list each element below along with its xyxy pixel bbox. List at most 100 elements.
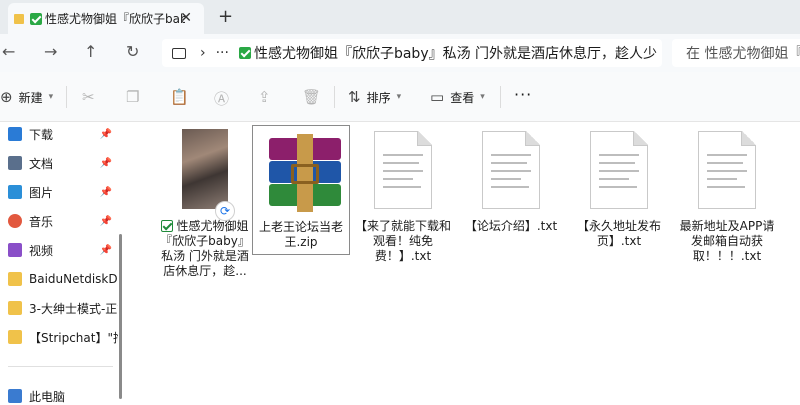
cut-button[interactable]: ✂ — [82, 88, 101, 106]
more-options-button[interactable]: ··· — [514, 85, 532, 104]
pin-icon: 📌 — [99, 186, 112, 198]
sort-label: 排序 — [366, 90, 391, 105]
file-name: 【永久地址发布页】.txt — [576, 219, 661, 248]
navigation-bar: ← → ↑ ↻ › ··· 性感尤物御姐『欣欣子baby』私汤 门外就是酒店休息… — [0, 34, 800, 72]
checkbox-icon — [30, 12, 42, 25]
plus-circle-icon: ⊕ — [0, 88, 13, 106]
sidebar-item-downloads[interactable]: 下载 📌 — [0, 122, 118, 146]
sidebar-item-documents[interactable]: 文档 📌 — [0, 151, 118, 175]
text-thumbnail — [475, 129, 547, 213]
chevron-down-icon: ▾ — [480, 92, 485, 102]
clipboard-icon: 📋 — [170, 88, 189, 106]
video-thumbnail: ⟳ — [169, 129, 241, 221]
folder-icon — [8, 272, 22, 286]
video-icon — [8, 243, 22, 257]
sort-button[interactable]: ⇅ 排序 ▾ — [348, 88, 401, 106]
up-button[interactable]: ↑ — [84, 42, 97, 61]
file-item-txt[interactable]: 【论坛介绍】.txt — [462, 125, 560, 234]
pin-icon: 📌 — [99, 128, 112, 140]
paste-button[interactable]: 📋 — [170, 88, 195, 106]
trash-icon: 🗑 — [302, 88, 322, 106]
sidebar-item-label: 图片 — [29, 185, 54, 200]
pin-icon: 📌 — [99, 244, 112, 256]
sidebar-item-label: 此电脑 — [29, 389, 66, 404]
sidebar-item-music[interactable]: 音乐 📌 — [0, 209, 118, 233]
computer-icon — [8, 389, 22, 403]
sidebar-item-folder-3[interactable]: 3-大绅士模式-正式 — [0, 296, 118, 320]
sync-icon: ⟳ — [215, 201, 235, 221]
share-button[interactable]: ⇪ — [258, 88, 277, 106]
document-icon — [8, 156, 22, 170]
sidebar-scrollbar[interactable] — [119, 234, 122, 399]
breadcrumb-separator: › — [200, 45, 206, 61]
pin-icon: 📌 — [99, 215, 112, 227]
file-item-video[interactable]: ⟳ 性感尤物御姐『欣欣子baby』私汤 门外就是酒店休息厅，趁... — [156, 125, 254, 279]
file-item-txt[interactable]: 最新地址及APP请发邮箱自动获取！！！.txt — [678, 125, 776, 264]
download-icon — [8, 127, 22, 141]
sidebar-item-stripchat[interactable]: 【Stripchat】"抱 — [0, 325, 118, 349]
breadcrumb-more[interactable]: ··· — [216, 45, 229, 61]
chevron-down-icon: ▾ — [396, 92, 402, 102]
divider — [66, 86, 67, 108]
file-item-txt[interactable]: 【永久地址发布页】.txt — [570, 125, 668, 249]
pin-icon: 📌 — [99, 157, 112, 169]
text-thumbnail — [691, 129, 763, 213]
search-input[interactable]: 在 性感尤物御姐『欣欣子baby』 — [672, 39, 800, 67]
refresh-button[interactable]: ↻ — [126, 42, 139, 61]
command-bar: ⊕ 新建 ▾ ✂ ❐ 📋 Ⓐ ⇪ 🗑 ⇅ 排序 ▾ ▭ 查看 ▾ ··· — [0, 72, 800, 122]
back-button[interactable]: ← — [2, 42, 15, 61]
sidebar-item-label: 音乐 — [29, 214, 54, 229]
navigation-pane: 下载 📌 文档 📌 图片 📌 音乐 📌 视频 📌 BaiduNetdiskDo … — [0, 122, 126, 405]
folder-icon — [8, 330, 22, 344]
view-label: 查看 — [450, 90, 475, 105]
checkbox-icon — [238, 47, 251, 59]
copy-button[interactable]: ❐ — [126, 88, 145, 106]
view-icon: ▭ — [430, 88, 445, 106]
new-button[interactable]: ⊕ 新建 ▾ — [0, 88, 53, 106]
divider — [500, 86, 501, 108]
sidebar-item-baidunetdisk[interactable]: BaiduNetdiskDo — [0, 267, 118, 291]
forward-button[interactable]: → — [44, 42, 57, 61]
rename-button[interactable]: Ⓐ — [214, 88, 235, 109]
text-document-icon — [590, 131, 648, 209]
text-document-icon — [374, 131, 432, 209]
sidebar-item-this-pc[interactable]: 此电脑 — [0, 384, 118, 405]
folder-icon — [14, 13, 24, 24]
divider — [334, 86, 335, 108]
tab-bar: 性感尤物御姐『欣欣子baby ✕ + — [0, 0, 800, 34]
music-icon — [8, 214, 22, 228]
scissors-icon: ✂ — [82, 88, 95, 106]
sidebar-item-label: 视频 — [29, 243, 54, 258]
sidebar-item-label: 【Stripchat】"抱 — [29, 330, 118, 345]
sidebar-item-videos[interactable]: 视频 📌 — [0, 238, 118, 262]
share-icon: ⇪ — [258, 88, 271, 106]
file-item-zip[interactable]: 上老王论坛当老王.zip — [252, 125, 350, 255]
picture-icon — [8, 185, 22, 199]
new-tab-button[interactable]: + — [218, 6, 233, 27]
text-document-icon — [482, 131, 540, 209]
sidebar-item-label: 下载 — [29, 127, 54, 142]
file-name: 上老王论坛当老王.zip — [258, 220, 343, 249]
divider — [8, 366, 113, 367]
tab-title: 性感尤物御姐『欣欣子baby — [45, 12, 185, 26]
breadcrumb-current[interactable]: 性感尤物御姐『欣欣子baby』私汤 门外就是酒店休息厅，趁人少 — [254, 43, 657, 63]
winrar-archive-icon — [265, 132, 345, 212]
active-tab[interactable]: 性感尤物御姐『欣欣子baby ✕ — [8, 3, 204, 34]
sidebar-item-label: BaiduNetdiskDo — [29, 272, 118, 286]
sidebar-item-label: 3-大绅士模式-正式 — [29, 301, 118, 316]
chevron-down-icon: ▾ — [48, 92, 54, 102]
delete-button[interactable]: 🗑 — [302, 88, 327, 106]
sidebar-item-label: 文档 — [29, 156, 54, 171]
text-thumbnail — [583, 129, 655, 213]
file-name: 【来了就能下载和观看！纯免费！】.txt — [355, 219, 452, 263]
close-icon[interactable]: ✕ — [180, 10, 192, 26]
address-bar[interactable]: › ··· 性感尤物御姐『欣欣子baby』私汤 门外就是酒店休息厅，趁人少 — [162, 39, 662, 67]
file-item-txt[interactable]: 【来了就能下载和观看！纯免费！】.txt — [354, 125, 452, 264]
computer-icon — [172, 47, 186, 59]
view-button[interactable]: ▭ 查看 ▾ — [430, 88, 485, 106]
file-name: 最新地址及APP请发邮箱自动获取！！！.txt — [679, 219, 775, 263]
sidebar-item-pictures[interactable]: 图片 📌 — [0, 180, 118, 204]
folder-icon — [8, 301, 22, 315]
file-list: ⟳ 性感尤物御姐『欣欣子baby』私汤 门外就是酒店休息厅，趁... 上老王论坛… — [126, 122, 800, 405]
text-document-icon — [698, 131, 756, 209]
